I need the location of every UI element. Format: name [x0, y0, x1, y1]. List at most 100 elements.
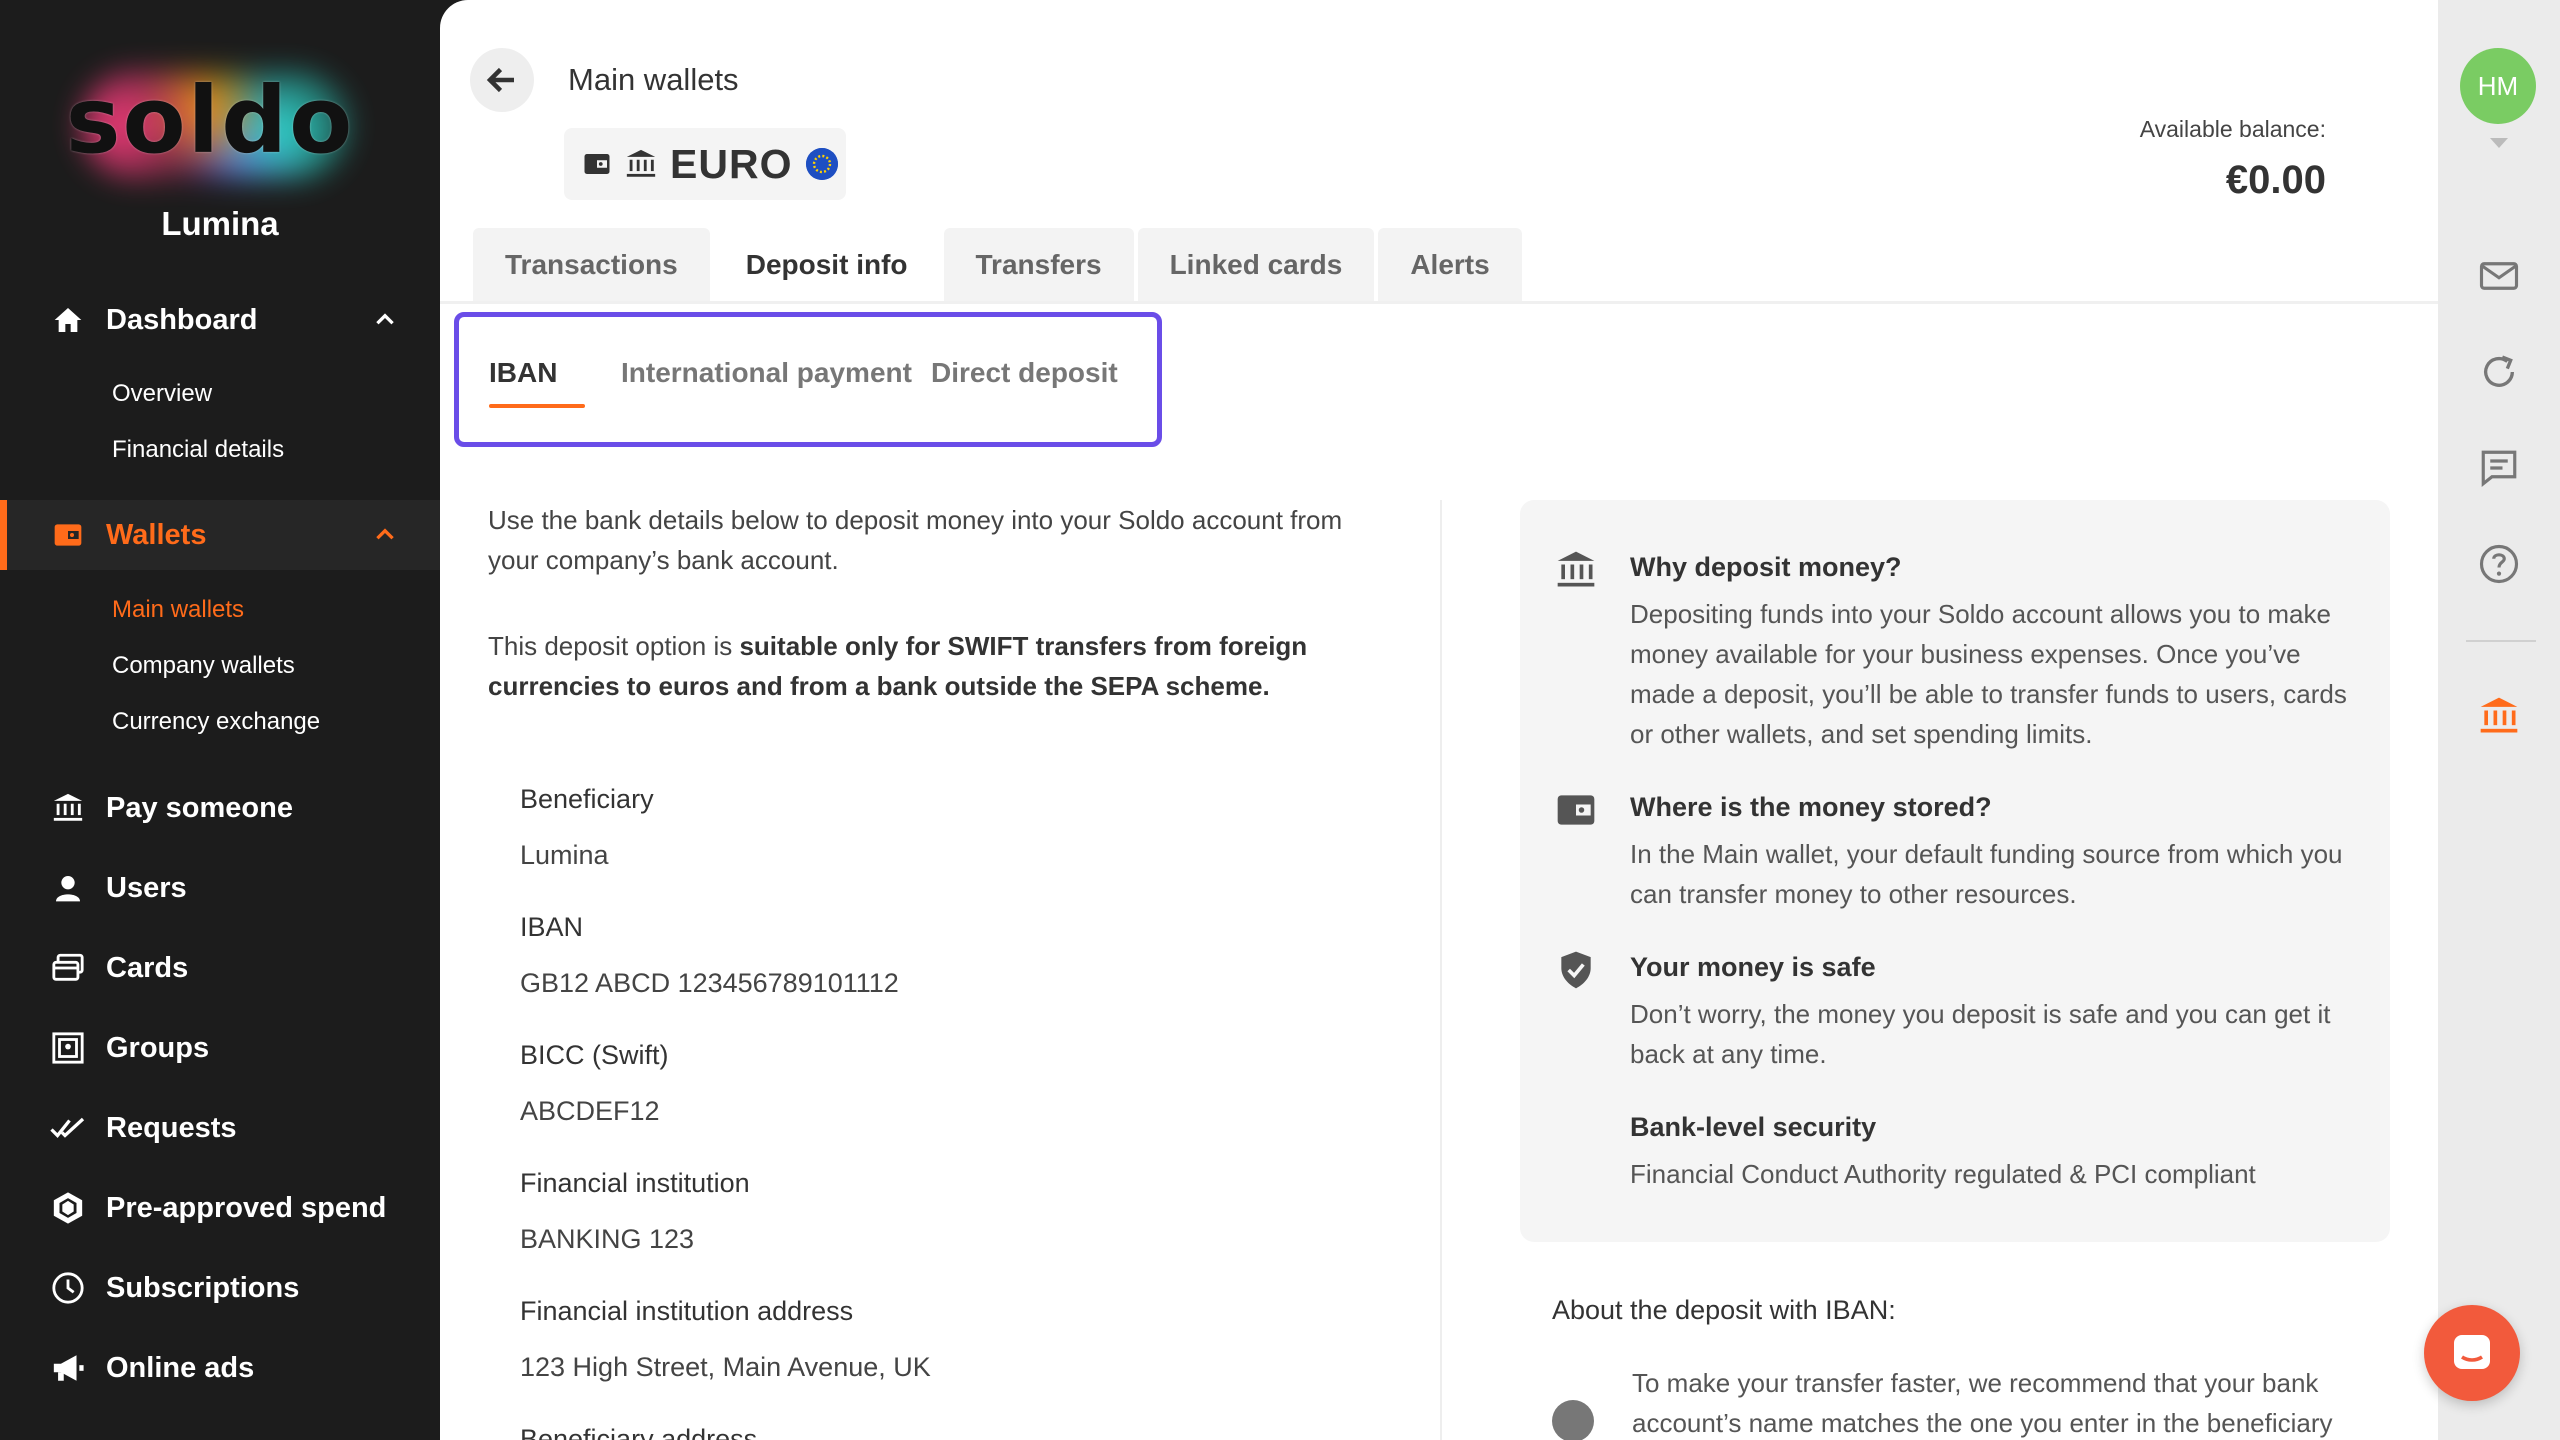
info-security-text: Financial Conduct Authority regulated & … [1630, 1159, 2256, 1189]
bank-transfer-icon [50, 790, 86, 826]
sidebar-item-pre-approved-spend[interactable]: Pre-approved spend [0, 1173, 440, 1243]
cards-icon [50, 950, 86, 986]
sidebar-item-label: Requests [106, 1111, 237, 1144]
tab-alerts[interactable]: Alerts [1378, 228, 1522, 302]
info-where-text: In the Main wallet, your default funding… [1630, 839, 2343, 909]
sidebar-item-pay-someone[interactable]: Pay someone [0, 773, 440, 843]
bank-icon [626, 149, 656, 177]
info-why-title: Why deposit money? [1630, 552, 1902, 582]
sidebar-subitem-main-wallets[interactable]: Main wallets [112, 596, 244, 624]
logo-text: soldo [65, 66, 355, 174]
soldo-logo[interactable]: soldo [60, 50, 360, 190]
caret-down-icon[interactable] [2488, 136, 2510, 150]
sidebar-item-label: Subscriptions [106, 1271, 300, 1304]
app-root: soldo Lumina Dashboard Overview Financia… [0, 0, 2560, 1440]
deposit-intro-text: Use the bank details below to deposit mo… [488, 505, 1343, 575]
arrow-left-icon [486, 67, 514, 93]
iban-value[interactable]: GB12 ABCD 123456789101112 [520, 968, 899, 999]
available-balance-label: Available balance: [2139, 116, 2326, 142]
shield-check-icon [1561, 951, 1591, 989]
sidebar-item-cards[interactable]: Cards [0, 933, 440, 1003]
info-security-title: Bank-level security [1630, 1112, 1877, 1142]
column-divider [1440, 500, 1442, 1440]
tab-transactions[interactable]: Transactions [473, 228, 710, 302]
wallet-icon [1557, 795, 1595, 825]
chevron-up-icon[interactable] [372, 307, 398, 333]
info-safe-text: Don’t worry, the money you deposit is sa… [1630, 999, 2331, 1069]
sidebar-item-label: Wallets [106, 518, 207, 551]
sidebar-item-subscriptions[interactable]: Subscriptions [0, 1253, 440, 1323]
tab-transfers[interactable]: Transfers [943, 228, 1134, 302]
sidebar-item-wallets[interactable]: Wallets [0, 500, 440, 570]
bicc-label: BICC (Swift) [520, 1040, 669, 1070]
hexagon-icon [50, 1190, 86, 1226]
double-check-icon [50, 1110, 86, 1146]
refresh-icon[interactable] [2477, 350, 2521, 394]
mail-icon[interactable] [2477, 254, 2521, 298]
info-icon [1552, 1400, 1594, 1440]
clock-icon [50, 1270, 86, 1306]
bicc-value[interactable]: ABCDEF12 [520, 1096, 660, 1127]
back-button[interactable] [470, 48, 534, 112]
megaphone-icon [50, 1350, 86, 1386]
beneficiary-address-label: Beneficiary address [520, 1424, 758, 1440]
sidebar-item-label: Cards [106, 951, 189, 984]
about-iban-title: About the deposit with IBAN: [1552, 1295, 1896, 1325]
user-icon [50, 870, 86, 906]
info-why-text: Depositing funds into your Soldo account… [1630, 599, 2347, 749]
tabs-divider [440, 301, 2438, 304]
sidebar-item-label: Pay someone [106, 791, 293, 824]
rail-divider [2466, 640, 2536, 642]
beneficiary-label: Beneficiary [520, 784, 654, 814]
tab-linked-cards[interactable]: Linked cards [1137, 228, 1375, 302]
wallet-icon [50, 517, 86, 553]
main-content: Main wallets EURO Available balance: €0.… [440, 0, 2438, 1440]
eu-flag-icon [806, 148, 839, 180]
sidebar-item-online-ads[interactable]: Online ads [0, 1333, 440, 1403]
sidebar-subitem-company-wallets[interactable]: Company wallets [112, 652, 295, 680]
sidebar-item-groups[interactable]: Groups [0, 1013, 440, 1083]
groups-icon [50, 1030, 86, 1066]
beneficiary-value[interactable]: Lumina [520, 840, 609, 871]
support-chat-button[interactable] [2424, 1305, 2520, 1401]
chat-bubble-icon[interactable] [2477, 446, 2521, 490]
sidebar-subitem-financial-details[interactable]: Financial details [112, 436, 284, 464]
wallet-chip: EURO [564, 128, 846, 200]
info-safe-title: Your money is safe [1630, 952, 1876, 982]
sidebar-item-label: Online ads [106, 1351, 255, 1384]
sidebar-subitem-overview[interactable]: Overview [112, 380, 212, 408]
subtab-direct-deposit[interactable]: Direct deposit [931, 357, 1118, 389]
iban-label: IBAN [520, 912, 584, 942]
sidebar-item-label: Pre-approved spend [106, 1191, 387, 1224]
wallet-icon [584, 154, 610, 174]
subtab-iban[interactable]: IBAN [489, 357, 557, 389]
sidebar-item-dashboard[interactable]: Dashboard [0, 285, 440, 355]
sidebar-item-label: Groups [106, 1031, 210, 1064]
financial-institution-address-value[interactable]: 123 High Street, Main Avenue, UK [520, 1352, 931, 1383]
bank-icon [1557, 551, 1595, 587]
available-balance-value: €0.00 [2225, 158, 2326, 202]
financial-institution-value[interactable]: BANKING 123 [520, 1224, 694, 1255]
sidebar-item-users[interactable]: Users [0, 853, 440, 923]
help-icon[interactable] [2477, 542, 2521, 586]
active-subtab-indicator [489, 404, 585, 408]
chevron-up-icon[interactable] [372, 522, 398, 548]
financial-institution-address-label: Financial institution address [520, 1296, 854, 1326]
deposit-method-tabs: IBAN International payment Direct deposi… [454, 312, 1162, 447]
financial-institution-label: Financial institution [520, 1168, 750, 1198]
chat-icon [2454, 1335, 2490, 1369]
info-where-title: Where is the money stored? [1630, 792, 1992, 822]
sidebar: soldo Lumina Dashboard Overview Financia… [0, 0, 440, 1440]
about-iban-text: To make your transfer faster, we recomme… [1632, 1368, 2333, 1438]
sidebar-item-requests[interactable]: Requests [0, 1093, 440, 1163]
user-avatar[interactable]: HM [2460, 48, 2536, 124]
bank-icon[interactable] [2477, 694, 2521, 738]
sidebar-subitem-currency-exchange[interactable]: Currency exchange [112, 708, 320, 736]
subtab-international-payment[interactable]: International payment [621, 357, 912, 389]
deposit-info-panel: Why deposit money? Depositing funds into… [1520, 500, 2390, 1242]
sidebar-item-label: Dashboard [106, 303, 258, 336]
sidebar-item-label: Users [106, 871, 187, 904]
wallet-currency-name: EURO [670, 140, 793, 187]
tab-deposit-info[interactable]: Deposit info [713, 228, 940, 302]
page-title: Main wallets [568, 62, 739, 97]
